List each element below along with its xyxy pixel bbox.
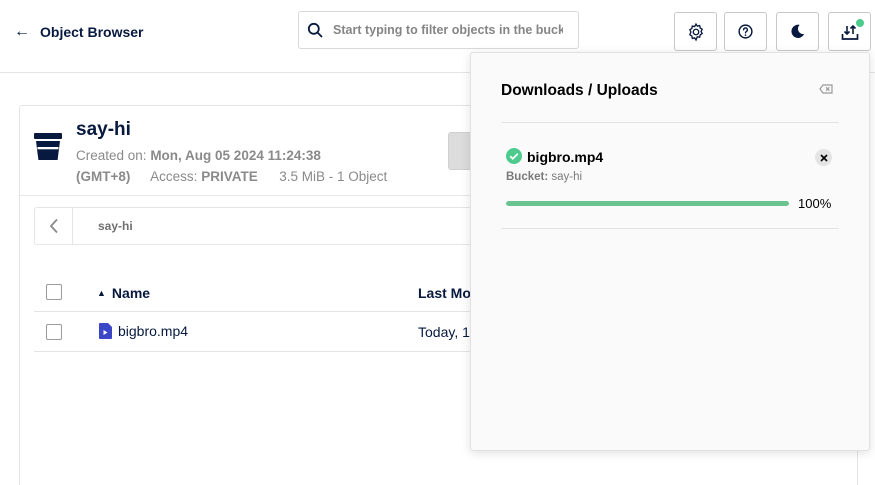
select-all-checkbox[interactable] — [46, 284, 62, 300]
breadcrumb-back-button[interactable] — [35, 208, 73, 244]
remove-download-button[interactable] — [815, 149, 832, 166]
question-icon — [738, 24, 753, 39]
search-icon — [307, 22, 323, 38]
progress-bar — [506, 201, 789, 206]
column-header-last-modified[interactable]: Last Mo — [418, 285, 471, 301]
arrow-left-icon: ← — [14, 23, 30, 40]
downloads-button[interactable] — [828, 12, 871, 51]
search-input[interactable] — [333, 23, 563, 37]
bucket-summary: 3.5 MiB - 1 Object — [279, 169, 388, 184]
page-title: Object Browser — [40, 24, 144, 40]
downloads-popover: Downloads / Uploads bigbro.mp4 Bucket: s… — [470, 52, 870, 451]
bucket-name: say-hi — [76, 119, 131, 140]
download-item: bigbro.mp4 Bucket: say-hi 100% — [501, 123, 839, 229]
download-file-name: bigbro.mp4 — [527, 149, 604, 165]
moon-icon — [791, 24, 805, 38]
created-value: Mon, Aug 05 2024 11:24:38 — [150, 148, 321, 163]
download-bucket: Bucket: say-hi — [506, 171, 582, 183]
access-value: PRIVATE — [201, 169, 258, 184]
column-header-name-label: Name — [111, 285, 151, 301]
close-icon — [819, 153, 828, 162]
last-modified-cell: Today, 1 — [418, 324, 470, 340]
settings-button[interactable] — [674, 12, 717, 51]
progress-percent: 100% — [798, 196, 832, 211]
search-box[interactable] — [298, 11, 579, 49]
timezone: (GMT+8) — [76, 169, 131, 184]
popover-title: Downloads / Uploads — [501, 82, 658, 99]
column-header-name[interactable]: ▲ Name — [97, 285, 150, 301]
bucket-meta: (GMT+8) Access: PRIVATE 3.5 MiB - 1 Obje… — [76, 169, 387, 184]
sort-ascending-icon: ▲ — [97, 288, 106, 298]
chevron-left-icon — [49, 218, 58, 234]
bucket-icon — [34, 133, 62, 160]
file-name-cell[interactable]: bigbro.mp4 — [99, 323, 188, 339]
access-label: Access: — [150, 169, 198, 184]
file-name: bigbro.mp4 — [118, 323, 189, 339]
bucket-label: Bucket: — [506, 171, 549, 183]
notification-dot — [856, 19, 864, 27]
row-checkbox[interactable] — [46, 324, 62, 340]
help-button[interactable] — [724, 12, 767, 51]
dark-mode-button[interactable] — [776, 12, 819, 51]
breadcrumb-path[interactable]: say-hi — [98, 219, 133, 233]
created-label: Created on: — [76, 148, 147, 163]
success-check-icon — [506, 148, 522, 164]
clear-all-icon[interactable] — [819, 84, 833, 94]
bucket-created: Created on: Mon, Aug 05 2024 11:24:38 — [76, 148, 321, 163]
progress-fill — [506, 201, 789, 206]
video-file-icon — [99, 323, 112, 339]
bucket-value: say-hi — [551, 171, 583, 183]
gear-icon — [688, 22, 703, 41]
back-to-object-browser[interactable]: ← Object Browser — [14, 22, 143, 42]
